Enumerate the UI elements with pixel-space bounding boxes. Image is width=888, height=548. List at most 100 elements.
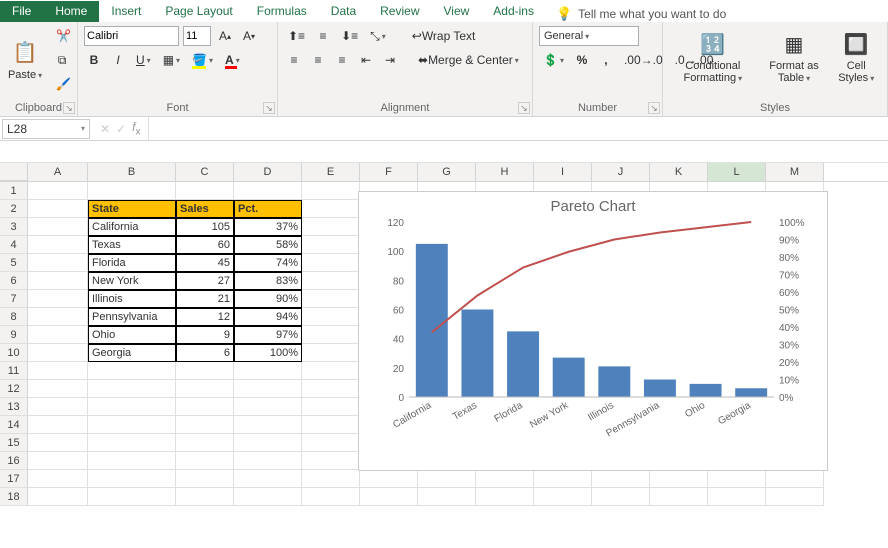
row-header-9[interactable]: 9 <box>0 326 28 344</box>
cell-B10[interactable]: Georgia <box>88 344 176 362</box>
row-header-14[interactable]: 14 <box>0 416 28 434</box>
cell-C7[interactable]: 21 <box>176 290 234 308</box>
align-right-button[interactable]: ≡ <box>332 50 352 70</box>
row-header-13[interactable]: 13 <box>0 398 28 416</box>
cell-B17[interactable] <box>88 470 176 488</box>
cell-B9[interactable]: Ohio <box>88 326 176 344</box>
tab-formulas[interactable]: Formulas <box>245 1 319 22</box>
cell-A16[interactable] <box>28 452 88 470</box>
cell-D6[interactable]: 83% <box>234 272 302 290</box>
cell-G17[interactable] <box>418 470 476 488</box>
underline-button[interactable]: U <box>132 50 155 70</box>
font-name-selector[interactable] <box>84 26 179 46</box>
copy-button[interactable]: ⧉ <box>52 50 72 70</box>
conditional-formatting-button[interactable]: 🔢 Conditional Formatting <box>669 26 757 88</box>
cell-K18[interactable] <box>650 488 708 506</box>
cell-E18[interactable] <box>302 488 360 506</box>
increase-indent-button[interactable]: ⇥ <box>380 50 400 70</box>
cell-A17[interactable] <box>28 470 88 488</box>
cell-L17[interactable] <box>708 470 766 488</box>
cell-B1[interactable] <box>88 182 176 200</box>
cell-A9[interactable] <box>28 326 88 344</box>
cell-D18[interactable] <box>234 488 302 506</box>
cell-A11[interactable] <box>28 362 88 380</box>
font-launcher[interactable]: ↘ <box>263 102 275 114</box>
accept-formula-button[interactable]: ✓ <box>116 122 126 136</box>
cell-K17[interactable] <box>650 470 708 488</box>
cell-C5[interactable]: 45 <box>176 254 234 272</box>
cell-E4[interactable] <box>302 236 360 254</box>
tab-home[interactable]: Home <box>43 1 99 22</box>
cell-styles-button[interactable]: 🔲 Cell Styles <box>831 26 881 88</box>
cell-E9[interactable] <box>302 326 360 344</box>
cell-C17[interactable] <box>176 470 234 488</box>
cell-E12[interactable] <box>302 380 360 398</box>
tab-file[interactable]: File <box>0 1 43 22</box>
row-header-10[interactable]: 10 <box>0 344 28 362</box>
cell-A5[interactable] <box>28 254 88 272</box>
cell-C1[interactable] <box>176 182 234 200</box>
cell-A14[interactable] <box>28 416 88 434</box>
cell-D7[interactable]: 90% <box>234 290 302 308</box>
cell-D5[interactable]: 74% <box>234 254 302 272</box>
insert-function-button[interactable]: fx <box>132 120 140 137</box>
cell-I17[interactable] <box>534 470 592 488</box>
cell-D3[interactable]: 37% <box>234 218 302 236</box>
cell-C18[interactable] <box>176 488 234 506</box>
row-header-18[interactable]: 18 <box>0 488 28 506</box>
cell-C12[interactable] <box>176 380 234 398</box>
embedded-chart[interactable]: Pareto Chart 0204060801001200%10%20%30%4… <box>358 191 828 471</box>
align-bottom-button[interactable]: ⬇≡ <box>337 26 362 46</box>
cell-A18[interactable] <box>28 488 88 506</box>
cell-B2[interactable]: State <box>88 200 176 218</box>
col-header-I[interactable]: I <box>534 163 592 181</box>
cell-A1[interactable] <box>28 182 88 200</box>
cell-E8[interactable] <box>302 308 360 326</box>
alignment-launcher[interactable]: ↘ <box>518 102 530 114</box>
cell-D16[interactable] <box>234 452 302 470</box>
cell-A6[interactable] <box>28 272 88 290</box>
cell-E15[interactable] <box>302 434 360 452</box>
tab-review[interactable]: Review <box>368 1 431 22</box>
cell-M18[interactable] <box>766 488 824 506</box>
cell-B8[interactable]: Pennsylvania <box>88 308 176 326</box>
row-header-16[interactable]: 16 <box>0 452 28 470</box>
tab-view[interactable]: View <box>432 1 482 22</box>
cell-B12[interactable] <box>88 380 176 398</box>
clipboard-launcher[interactable]: ↘ <box>63 102 75 114</box>
cells-area[interactable]: Pareto Chart 0204060801001200%10%20%30%4… <box>28 182 824 506</box>
cell-J18[interactable] <box>592 488 650 506</box>
cut-button[interactable]: ✂️ <box>52 26 75 46</box>
cell-B7[interactable]: Illinois <box>88 290 176 308</box>
cell-C10[interactable]: 6 <box>176 344 234 362</box>
select-all-button[interactable] <box>0 163 28 181</box>
cell-C14[interactable] <box>176 416 234 434</box>
col-header-M[interactable]: M <box>766 163 824 181</box>
cell-D9[interactable]: 97% <box>234 326 302 344</box>
cell-C13[interactable] <box>176 398 234 416</box>
cell-C6[interactable]: 27 <box>176 272 234 290</box>
col-header-J[interactable]: J <box>592 163 650 181</box>
cell-F18[interactable] <box>360 488 418 506</box>
italic-button[interactable]: I <box>108 50 128 70</box>
cell-D14[interactable] <box>234 416 302 434</box>
row-header-12[interactable]: 12 <box>0 380 28 398</box>
cell-E14[interactable] <box>302 416 360 434</box>
align-top-button[interactable]: ⬆≡ <box>284 26 309 46</box>
cell-D8[interactable]: 94% <box>234 308 302 326</box>
row-header-6[interactable]: 6 <box>0 272 28 290</box>
col-header-F[interactable]: F <box>360 163 418 181</box>
accounting-format-button[interactable]: 💲 <box>539 50 568 70</box>
cell-A10[interactable] <box>28 344 88 362</box>
cell-E16[interactable] <box>302 452 360 470</box>
increase-decimal-button[interactable]: .00→.0 <box>620 50 667 70</box>
cell-I18[interactable] <box>534 488 592 506</box>
cell-B18[interactable] <box>88 488 176 506</box>
cell-E7[interactable] <box>302 290 360 308</box>
row-header-7[interactable]: 7 <box>0 290 28 308</box>
cell-B15[interactable] <box>88 434 176 452</box>
tab-data[interactable]: Data <box>319 1 368 22</box>
font-color-button[interactable]: A <box>221 50 244 70</box>
cell-A2[interactable] <box>28 200 88 218</box>
row-header-15[interactable]: 15 <box>0 434 28 452</box>
